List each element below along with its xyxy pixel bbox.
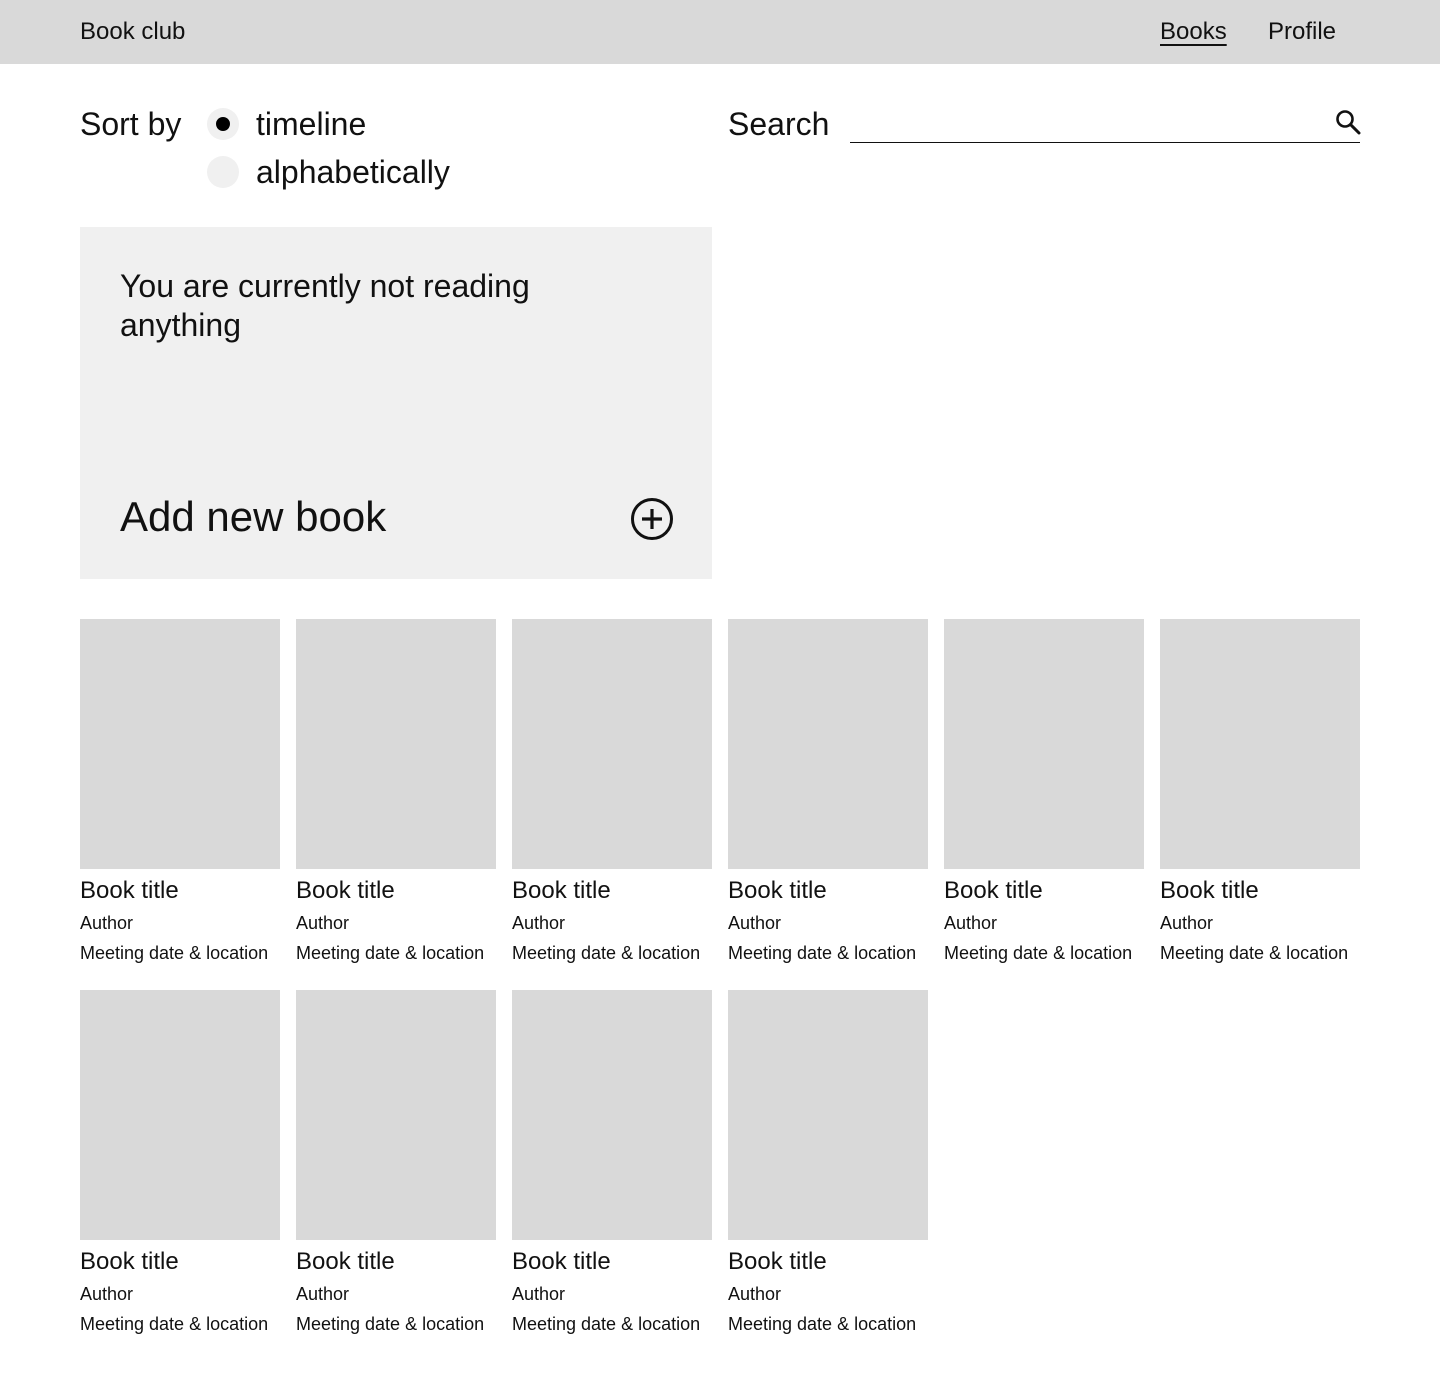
- book-card[interactable]: Book title Author Meeting date & locatio…: [944, 619, 1160, 965]
- book-author: Author: [296, 913, 350, 933]
- search-input[interactable]: [850, 102, 1360, 143]
- reading-status-message: You are currently not reading anything: [120, 268, 530, 343]
- nav-link-books[interactable]: Books: [1160, 16, 1227, 48]
- book-meeting-info: Meeting date & location: [944, 943, 1133, 963]
- book-title: Book title: [944, 877, 1043, 904]
- book-meeting-info: Meeting date & location: [296, 1314, 485, 1334]
- sort-by-label: Sort by: [80, 106, 182, 142]
- top-navigation-bar: Book club Books Profile: [0, 0, 1440, 64]
- book-cover-placeholder: [80, 990, 280, 1240]
- book-title: Book title: [296, 877, 395, 904]
- book-author: Author: [1160, 913, 1214, 933]
- book-author: Author: [512, 1284, 566, 1304]
- book-cover-placeholder: [1160, 619, 1360, 869]
- book-card[interactable]: Book title Author Meeting date & locatio…: [80, 990, 296, 1336]
- plus-circle-icon[interactable]: [629, 496, 675, 542]
- book-card[interactable]: Book title Author Meeting date & locatio…: [80, 619, 296, 965]
- book-meeting-info: Meeting date & location: [80, 943, 269, 963]
- book-author: Author: [296, 1284, 350, 1304]
- book-title: Book title: [512, 1248, 611, 1275]
- book-title: Book title: [1160, 877, 1259, 904]
- book-title: Book title: [80, 877, 179, 904]
- book-meeting-info: Meeting date & location: [512, 943, 701, 963]
- book-title: Book title: [296, 1248, 395, 1275]
- book-card[interactable]: Book title Author Meeting date & locatio…: [296, 990, 512, 1336]
- book-cover-placeholder: [512, 990, 712, 1240]
- book-card[interactable]: Book title Author Meeting date & locatio…: [1160, 619, 1360, 965]
- book-card[interactable]: Book title Author Meeting date & locatio…: [728, 619, 944, 965]
- add-new-book-label: Add new book: [120, 493, 387, 540]
- book-author: Author: [944, 913, 998, 933]
- book-cover-placeholder: [728, 619, 928, 869]
- book-meeting-info: Meeting date & location: [728, 1314, 917, 1334]
- book-meeting-info: Meeting date & location: [1160, 943, 1349, 963]
- book-author: Author: [80, 913, 134, 933]
- book-author: Author: [512, 913, 566, 933]
- book-cover-placeholder: [296, 619, 496, 869]
- brand-title: Book club: [80, 18, 186, 45]
- search-icon[interactable]: [1334, 108, 1362, 136]
- sort-option-alphabetically[interactable]: alphabetically: [207, 152, 450, 192]
- current-reading-card: You are currently not reading anything A…: [80, 227, 712, 579]
- sort-option-label: timeline: [256, 106, 367, 142]
- book-cover-placeholder: [296, 990, 496, 1240]
- book-title: Book title: [80, 1248, 179, 1275]
- book-author: Author: [728, 1284, 782, 1304]
- book-meeting-info: Meeting date & location: [512, 1314, 701, 1334]
- book-author: Author: [728, 913, 782, 933]
- sort-option-timeline[interactable]: timeline: [207, 104, 366, 144]
- nav-link-profile[interactable]: Profile: [1268, 16, 1336, 48]
- book-title: Book title: [728, 1248, 827, 1275]
- book-cover-placeholder: [512, 619, 712, 869]
- book-card[interactable]: Book title Author Meeting date & locatio…: [512, 619, 728, 965]
- book-meeting-info: Meeting date & location: [80, 1314, 269, 1334]
- book-card[interactable]: Book title Author Meeting date & locatio…: [296, 619, 512, 965]
- book-cover-placeholder: [728, 990, 928, 1240]
- book-meeting-info: Meeting date & location: [728, 943, 917, 963]
- book-cover-placeholder: [80, 619, 280, 869]
- sort-option-label: alphabetically: [256, 154, 450, 190]
- radio-button-timeline[interactable]: [207, 108, 239, 140]
- book-title: Book title: [512, 877, 611, 904]
- book-card[interactable]: Book title Author Meeting date & locatio…: [512, 990, 728, 1336]
- book-title: Book title: [728, 877, 827, 904]
- book-author: Author: [80, 1284, 134, 1304]
- search-label: Search: [728, 106, 830, 142]
- book-meeting-info: Meeting date & location: [296, 943, 485, 963]
- radio-button-alphabetically[interactable]: [207, 156, 239, 188]
- book-cover-placeholder: [944, 619, 1144, 869]
- book-card[interactable]: Book title Author Meeting date & locatio…: [728, 990, 944, 1336]
